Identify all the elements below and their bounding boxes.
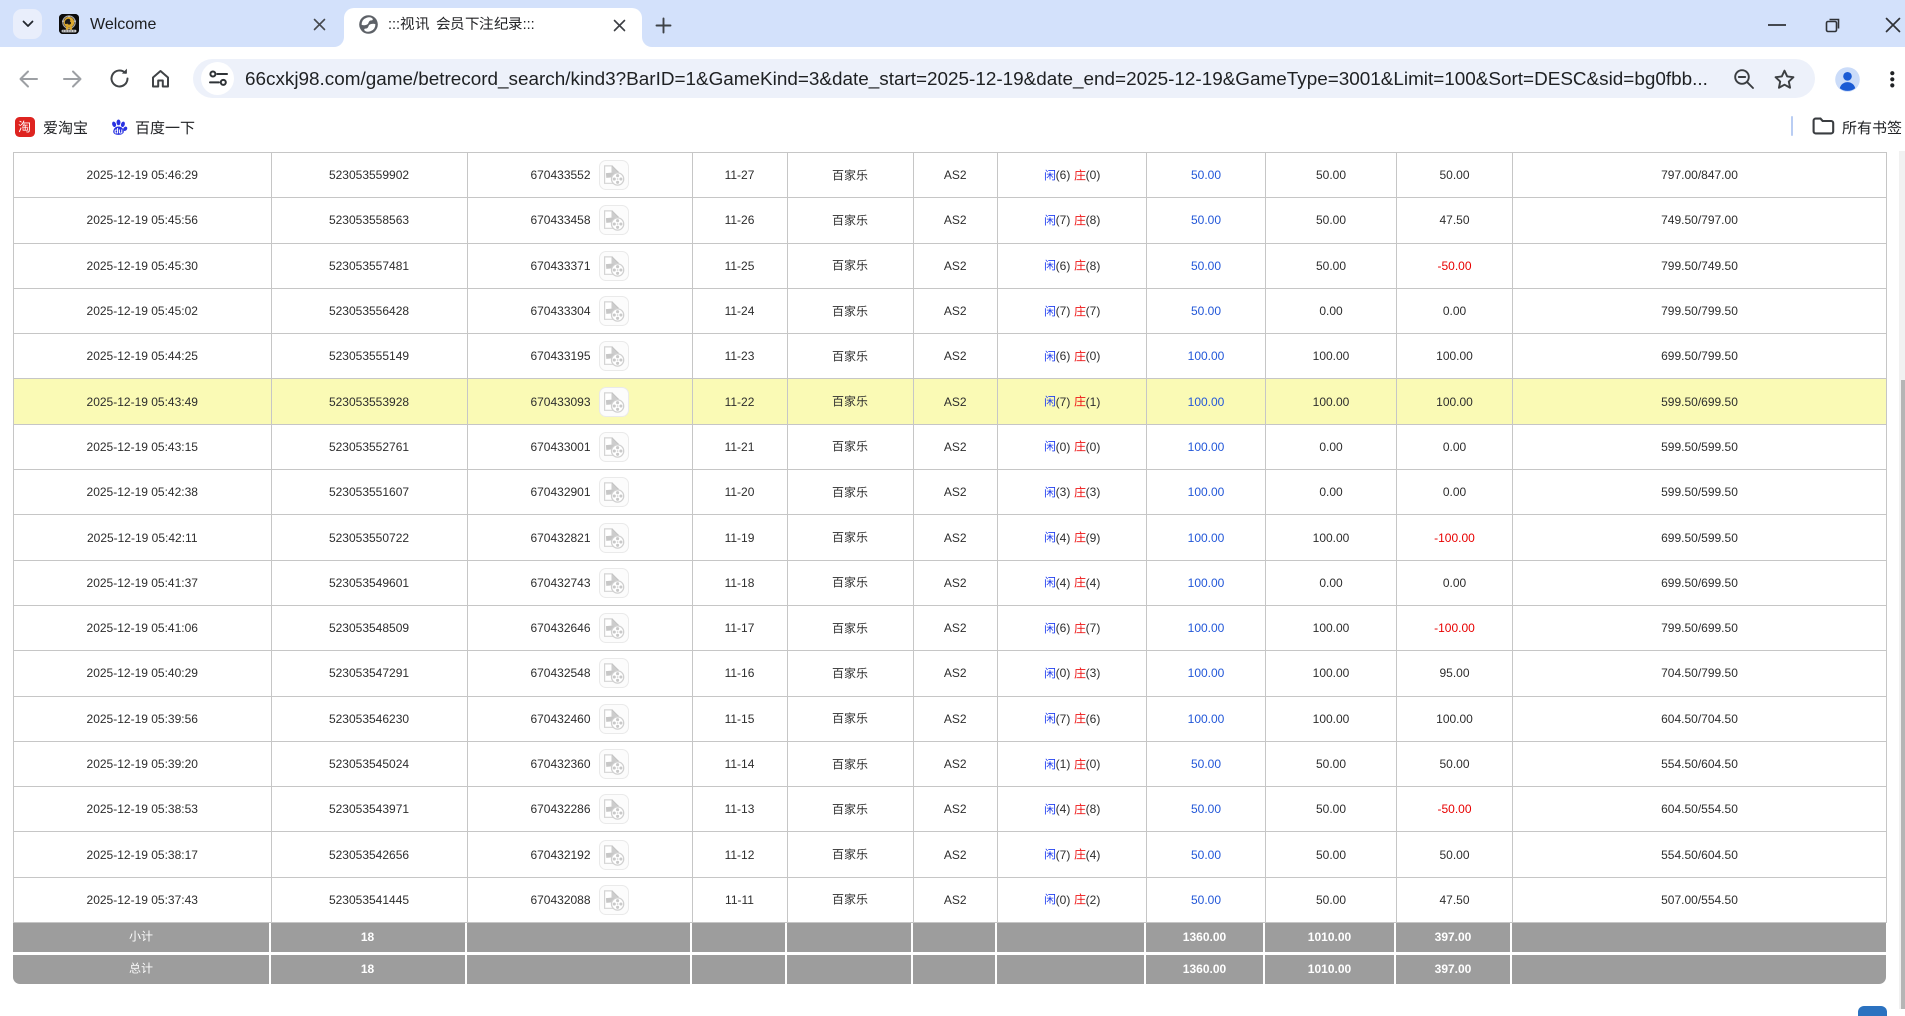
svg-text:du: du <box>114 129 123 136</box>
